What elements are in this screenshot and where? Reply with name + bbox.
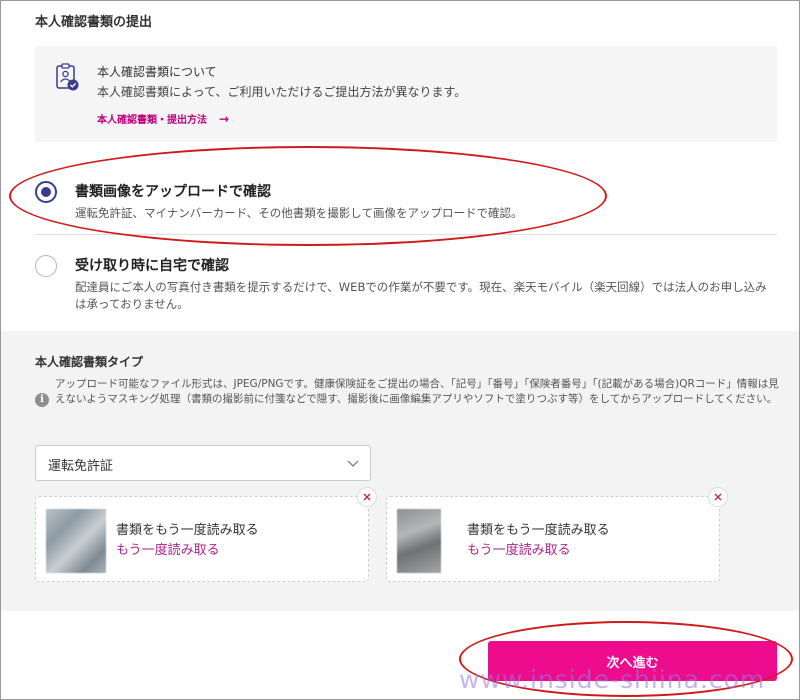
document-type-select[interactable]: 運転免許証 (35, 445, 371, 481)
page-title: 本人確認書類の提出 (35, 15, 153, 30)
chevron-down-icon (347, 460, 359, 468)
info-heading: 本人確認書類について (97, 65, 217, 79)
rescan-link[interactable]: もう一度読み取る (467, 539, 571, 558)
option-upload[interactable]: 書類画像をアップロードで確認 運転免許証、マイナンバーカード、その他書類を撮影し… (35, 179, 777, 235)
document-type-value: 運転免許証 (48, 459, 114, 474)
document-type-section: 本人確認書類タイプ i アップロード可能なファイル形式は、JPEG/PNGです。… (1, 331, 799, 611)
id-documents-link-label: 本人確認書類・提出方法 (97, 115, 207, 126)
document-type-title: 本人確認書類タイプ (35, 355, 144, 369)
option-home-delivery[interactable]: 受け取り時に自宅で確認 配達員にご本人の写真付き書類を提示するだけで、WEBでの… (35, 253, 777, 323)
upload-card-back[interactable]: 書類をもう一度読み取る もう一度読み取る (386, 487, 728, 582)
remove-upload-button[interactable] (708, 487, 728, 507)
upload-card-front[interactable]: 書類をもう一度読み取る もう一度読み取る (35, 487, 377, 582)
document-thumbnail (46, 509, 106, 573)
close-icon (714, 493, 722, 501)
close-icon (363, 493, 371, 501)
page: 本人確認書類の提出 本人確認書類について 本人確認書類によって、ご利用いただける… (0, 0, 800, 700)
arrow-right-icon: → (219, 111, 230, 126)
radio-home-delivery[interactable] (35, 255, 57, 277)
document-thumbnail (397, 509, 441, 573)
id-documents-link[interactable]: 本人確認書類・提出方法 → (97, 111, 230, 127)
option-upload-description: 運転免許証、マイナンバーカード、その他書類を撮影して画像をアップロードで確認。 (75, 206, 523, 220)
rescan-link[interactable]: もう一度読み取る (116, 539, 220, 558)
id-document-icon (56, 63, 79, 91)
option-home-delivery-title: 受け取り時に自宅で確認 (75, 258, 229, 274)
id-info-box: 本人確認書類について 本人確認書類によって、ご利用いただけるご提出方法が異なりま… (35, 46, 777, 142)
info-description: 本人確認書類によって、ご利用いただけるご提出方法が異なります。 (97, 85, 467, 99)
next-button[interactable]: 次へ進む (488, 641, 777, 681)
upload-card-title: 書類をもう一度読み取る (467, 523, 610, 538)
remove-upload-button[interactable] (357, 487, 377, 507)
file-format-notice: アップロード可能なファイル形式は、JPEG/PNGです。健康保険証をご提出の場合… (55, 378, 779, 405)
option-home-delivery-description: 配達員にご本人の写真付き書類を提示するだけで、WEBでの作業が不要です。現在、楽… (75, 280, 767, 311)
option-upload-title: 書類画像をアップロードで確認 (75, 184, 271, 200)
info-icon: i (35, 393, 49, 407)
upload-card-title: 書類をもう一度読み取る (116, 523, 259, 538)
radio-upload[interactable] (35, 181, 57, 203)
